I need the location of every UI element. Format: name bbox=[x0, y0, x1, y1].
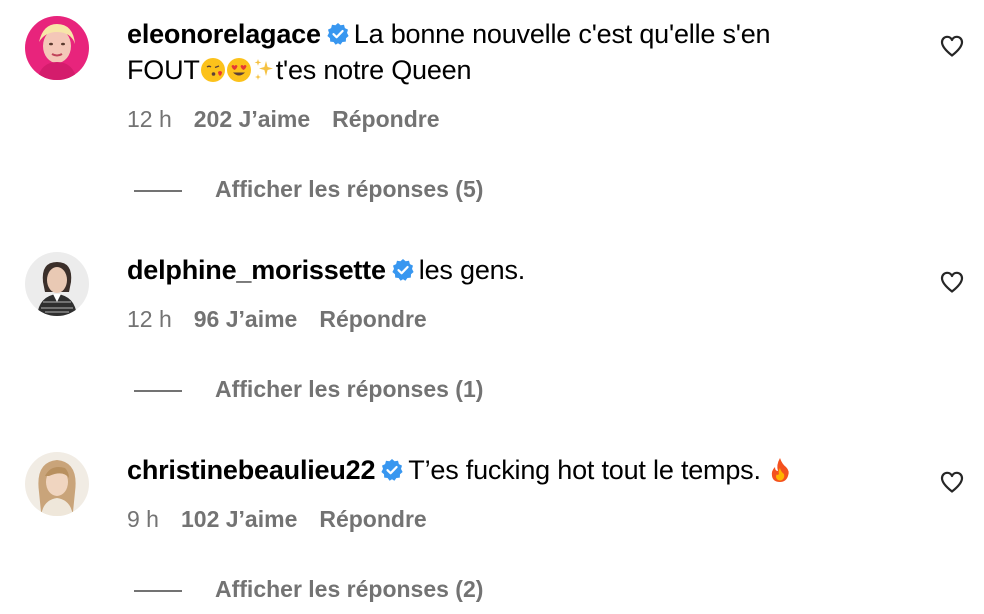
comment-text: delphine_morissette les gens. bbox=[127, 252, 867, 288]
heart-outline-icon[interactable] bbox=[939, 33, 965, 59]
comment-text-line1: La bonne nouvelle c'est qu'elle s'en bbox=[353, 19, 771, 49]
heart-outline-icon[interactable] bbox=[939, 469, 965, 495]
comment-username[interactable]: delphine_morissette bbox=[127, 255, 386, 285]
comment-text-body: T’es fucking hot tout le temps. bbox=[408, 455, 761, 485]
verified-badge-icon bbox=[392, 259, 414, 281]
comment-meta: 12 h 202 J’aime Répondre bbox=[127, 106, 461, 133]
sparkles-emoji-icon bbox=[254, 59, 273, 80]
replies-divider-line bbox=[134, 190, 182, 192]
comment-text: eleonorelagace La bonne nouvelle c'est q… bbox=[127, 16, 867, 88]
reply-button[interactable]: Répondre bbox=[319, 306, 426, 332]
replies-divider-line bbox=[134, 390, 182, 392]
view-replies-label: Afficher les réponses (2) bbox=[215, 576, 484, 602]
comment-likes-count[interactable]: 202 J’aime bbox=[194, 106, 310, 132]
reply-button[interactable]: Répondre bbox=[332, 106, 439, 132]
comment-username[interactable]: christinebeaulieu22 bbox=[127, 455, 375, 485]
comment-timestamp[interactable]: 9 h bbox=[127, 506, 159, 532]
reply-button[interactable]: Répondre bbox=[319, 506, 426, 532]
verified-badge-icon bbox=[381, 459, 403, 481]
verified-badge-icon bbox=[327, 23, 349, 45]
comment-text-line2-start: FOUT bbox=[127, 55, 200, 85]
view-replies-label: Afficher les réponses (1) bbox=[215, 376, 484, 402]
comment-text-body: les gens. bbox=[418, 255, 526, 285]
kissing-face-emoji-icon bbox=[200, 58, 225, 82]
comment-timestamp[interactable]: 12 h bbox=[127, 306, 172, 332]
heart-outline-icon[interactable] bbox=[939, 269, 965, 295]
comment-likes-count[interactable]: 96 J’aime bbox=[194, 306, 298, 332]
comment-text-line2-end: t'es notre Queen bbox=[275, 55, 472, 85]
view-replies-label: Afficher les réponses (5) bbox=[215, 176, 484, 202]
comment-timestamp[interactable]: 12 h bbox=[127, 106, 172, 132]
fire-emoji-icon bbox=[771, 458, 789, 482]
heart-eyes-emoji-icon bbox=[226, 58, 251, 82]
avatar[interactable] bbox=[25, 452, 89, 516]
avatar[interactable] bbox=[25, 16, 89, 80]
comment-text: christinebeaulieu22 T’es fucking hot tou… bbox=[127, 452, 867, 488]
replies-divider-line bbox=[134, 590, 182, 592]
avatar[interactable] bbox=[25, 252, 89, 316]
comment-likes-count[interactable]: 102 J’aime bbox=[181, 506, 297, 532]
comment-meta: 12 h 96 J’aime Répondre bbox=[127, 306, 449, 333]
comment-username[interactable]: eleonorelagace bbox=[127, 19, 321, 49]
comment-meta: 9 h 102 J’aime Répondre bbox=[127, 506, 449, 533]
